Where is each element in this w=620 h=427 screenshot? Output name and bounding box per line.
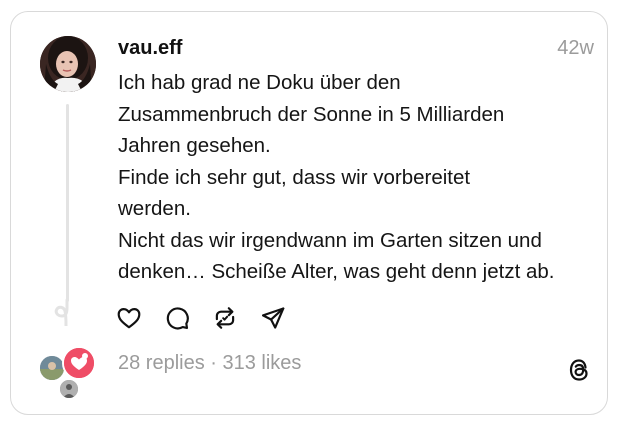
repost-icon	[215, 307, 235, 329]
post-text-line: Ich hab grad ne Doku über den	[118, 71, 401, 94]
post-text: Ich hab grad ne Doku über den Zusammenbr…	[118, 67, 596, 288]
post-text-line: werden.	[118, 197, 191, 220]
post-text-line: denken… Scheiße Alter, was geht denn jet…	[118, 260, 555, 283]
replier-avatar	[62, 346, 96, 380]
share-button[interactable]	[258, 303, 288, 333]
reply-button[interactable]	[162, 303, 192, 333]
thread-loop-icon	[50, 298, 80, 328]
comment-icon	[166, 307, 189, 330]
post-text-line: Nicht das wir irgendwann im Garten sitze…	[118, 228, 542, 252]
replies-likes-count[interactable]: 28 replies · 313 likes	[118, 352, 301, 375]
post-timestamp: 42w	[557, 37, 594, 59]
reply-avatars[interactable]	[38, 346, 100, 400]
post-text-line: Jahren gesehen.	[118, 134, 271, 157]
post-text-line: Finde ich sehr gut, dass wir vorbereitet	[118, 165, 471, 189]
share-icon	[261, 307, 285, 329]
replier-avatar	[58, 378, 80, 400]
like-button[interactable]	[114, 303, 144, 333]
repost-button[interactable]	[210, 303, 240, 333]
author-avatar[interactable]	[40, 36, 96, 92]
thread-line	[66, 104, 69, 302]
author-username[interactable]: vau.eff	[118, 37, 182, 60]
post-text-line: Zusammenbruch der Sonne in 5 Milliarden	[118, 102, 505, 126]
threads-logo-icon[interactable]	[566, 356, 592, 384]
heart-icon	[117, 308, 141, 329]
action-bar	[114, 303, 306, 333]
